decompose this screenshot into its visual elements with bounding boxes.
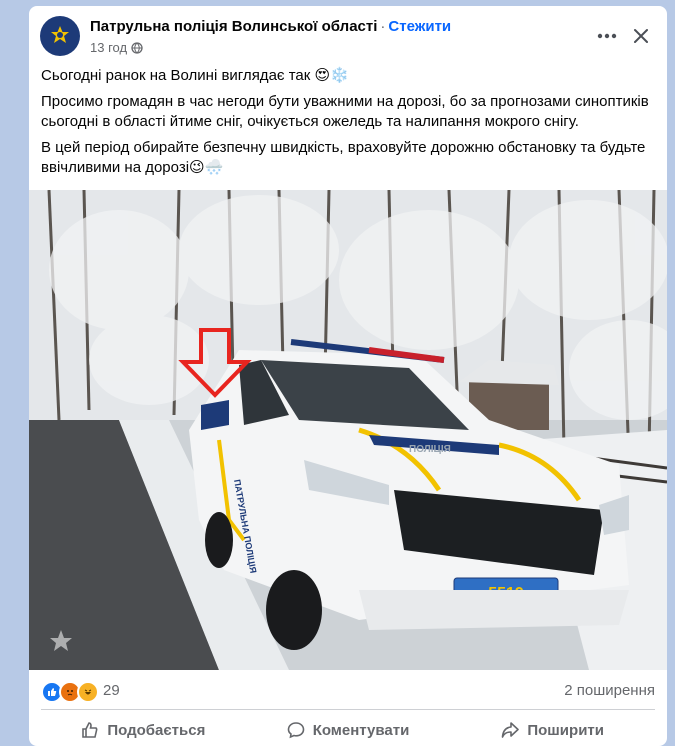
like-button[interactable]: Подобається	[41, 714, 246, 746]
shares-count[interactable]: 2 поширення	[564, 682, 655, 699]
share-label: Поширити	[527, 721, 604, 739]
close-button[interactable]	[625, 20, 657, 52]
hood-text: ПОЛІЦІЯ	[409, 444, 451, 455]
page-avatar[interactable]	[40, 16, 80, 56]
page-name[interactable]: Патрульна поліція Волинської області	[90, 18, 377, 35]
reaction-icons[interactable]	[41, 681, 99, 703]
police-badge-icon	[51, 26, 69, 43]
post-paragraph: В цей період обирайте безпечну швидкість…	[41, 139, 646, 176]
police-car-photo: ПОЛІЦІЯ ПАТРУЛЬНА ПОЛІЦІЯ 5519	[29, 190, 667, 670]
comment-button[interactable]: Коментувати	[246, 714, 451, 746]
globe-icon	[131, 41, 143, 54]
follow-button[interactable]: Стежити	[388, 18, 451, 35]
action-bar: Подобається Коментувати Поширити	[41, 714, 655, 746]
more-dots-icon	[597, 33, 617, 39]
divider	[41, 709, 655, 710]
page-name-row: Патрульна поліція Волинської області · Сте…	[90, 18, 451, 35]
post-photo[interactable]: ПОЛІЦІЯ ПАТРУЛЬНА ПОЛІЦІЯ 5519	[29, 190, 667, 670]
reactions-bar: 29 2 поширення	[41, 681, 655, 703]
post-time[interactable]: 13 год	[90, 40, 127, 55]
post-header: Патрульна поліція Волинської області · Сте…	[40, 16, 657, 56]
post-card: Патрульна поліція Волинської області · Сте…	[29, 6, 667, 746]
share-button[interactable]: Поширити	[450, 714, 655, 746]
name-separator: ·	[380, 18, 386, 35]
like-label: Подобається	[107, 721, 206, 739]
share-icon	[502, 722, 520, 738]
post-paragraph: Сьогодні ранок на Волині виглядає так 😍❄…	[41, 67, 349, 84]
comment-icon	[287, 722, 304, 739]
post-meta: 13 год	[90, 40, 143, 55]
post-paragraph: Просимо громадян в час негоди бути уважн…	[41, 93, 649, 130]
more-options-button[interactable]	[591, 20, 623, 52]
close-icon	[634, 29, 648, 43]
haha-reaction-icon	[77, 681, 99, 703]
post-text: Сьогодні ранок на Волині виглядає так 😍❄…	[41, 66, 659, 184]
comment-label: Коментувати	[312, 721, 410, 739]
thumbs-up-icon	[82, 722, 98, 738]
reactions-count[interactable]: 29	[103, 682, 120, 699]
